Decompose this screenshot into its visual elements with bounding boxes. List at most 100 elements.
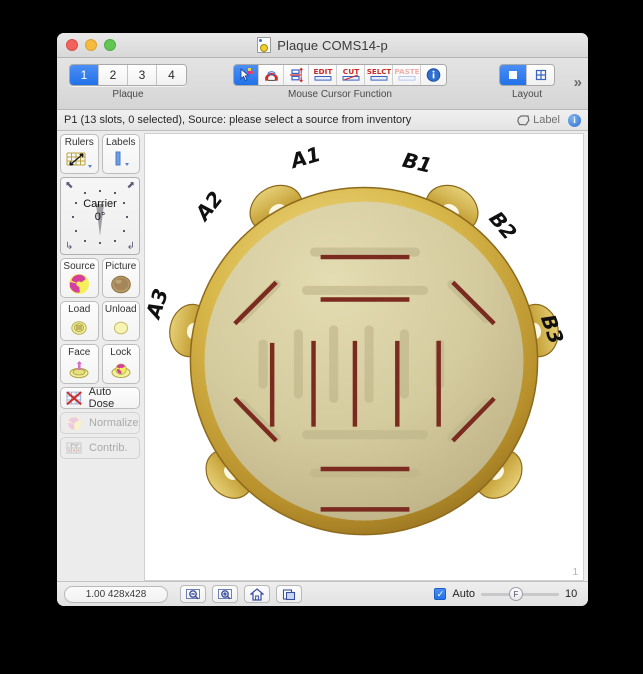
unload-button[interactable]: Unload xyxy=(101,301,140,341)
label-toggle-text: Label xyxy=(533,114,560,126)
carrier-tick xyxy=(126,216,128,218)
picture-button[interactable]: Picture xyxy=(101,258,140,298)
load-plaque-icon xyxy=(68,316,90,337)
zoom-out-button[interactable] xyxy=(180,585,206,603)
sidebar-row-source-picture: Source Picture xyxy=(60,258,140,298)
plaque-tab-3[interactable]: 3 xyxy=(128,65,157,85)
face-button[interactable]: Face xyxy=(60,344,99,384)
lock-plaque-icon xyxy=(109,359,133,380)
radioactive-icon xyxy=(68,273,90,294)
home-icon xyxy=(250,587,264,601)
edit-icon[interactable]: EDIT xyxy=(309,65,337,85)
paste-icon[interactable]: PASTE xyxy=(393,65,421,85)
nub-label-a3: A3 xyxy=(145,286,173,324)
svg-text:PASTE: PASTE xyxy=(395,67,419,76)
normalize-button[interactable]: Normalize xyxy=(60,412,140,434)
zoom-button[interactable] xyxy=(104,39,116,51)
auto-checkbox[interactable]: ✓ xyxy=(434,588,447,600)
canvas-area: A1 B1 A2 B2 A3 B3 1 xyxy=(143,131,588,581)
status-info-icon[interactable]: i xyxy=(568,113,581,127)
lock-button[interactable]: Lock xyxy=(101,344,140,384)
duplicate-view-button[interactable] xyxy=(276,585,302,603)
carrier-corner-se-icon[interactable]: ↲ xyxy=(127,242,135,252)
canvas-page-number: 1 xyxy=(572,567,578,578)
nub-label-b2: B2 xyxy=(484,207,521,245)
plaque-tab-1[interactable]: 1 xyxy=(70,65,99,85)
labels-button[interactable]: Labels xyxy=(101,134,140,174)
pointer-select-icon[interactable] xyxy=(234,65,259,85)
title-bar: Plaque COMS14-p xyxy=(57,33,588,58)
toolbar: 1 2 3 4 Plaque EDIT CUT SELCT PASTE Mous… xyxy=(57,58,588,110)
load-button[interactable]: Load xyxy=(60,301,99,341)
label-toggle[interactable]: Label xyxy=(517,114,560,126)
zoom-value-field[interactable]: 1.00 428x428 xyxy=(64,585,168,603)
magnet-rotate-icon[interactable] xyxy=(259,65,284,85)
lock-label: Lock xyxy=(110,347,132,358)
carrier-tick xyxy=(99,242,101,244)
layout-segmented-control[interactable] xyxy=(499,64,555,86)
window-title: Plaque COMS14-p xyxy=(277,37,388,53)
carrier-tick xyxy=(123,230,125,232)
cut-icon[interactable]: CUT xyxy=(337,65,365,85)
f-slider-knob[interactable]: F xyxy=(509,587,523,601)
status-message: P1 (13 slots, 0 selected), Source: pleas… xyxy=(64,114,412,126)
fit-home-button[interactable] xyxy=(244,585,270,603)
labels-bar-icon xyxy=(106,149,136,170)
source-label: Source xyxy=(63,261,96,272)
carrier-corner-ne-icon[interactable]: ⬈ xyxy=(127,181,135,191)
rulers-button[interactable]: Rulers xyxy=(60,134,99,174)
carrier-tick xyxy=(114,240,116,242)
window-body: Rulers Labels Carrier 0° ⬉ ⬈ ↳ ↲ Source … xyxy=(57,131,588,581)
auto-dose-icon xyxy=(66,390,82,405)
toolbar-overflow-button[interactable]: » xyxy=(574,74,582,91)
sidebar-row-load-unload: Load Unload xyxy=(60,301,140,341)
close-button[interactable] xyxy=(66,39,78,51)
plaque-tab-2[interactable]: 2 xyxy=(99,65,128,85)
carrier-tick xyxy=(123,202,125,204)
contrib-button[interactable]: Contrib. xyxy=(60,437,140,459)
plaque-tab-4[interactable]: 4 xyxy=(157,65,186,85)
carrier-corner-sw-icon[interactable]: ↳ xyxy=(65,242,73,252)
load-label: Load xyxy=(68,304,91,315)
single-pane-icon[interactable] xyxy=(500,65,527,85)
mouse-function-icon-strip[interactable]: EDIT CUT SELCT PASTE xyxy=(233,64,447,86)
plaque-canvas[interactable]: A1 B1 A2 B2 A3 B3 1 xyxy=(144,133,584,581)
toolbar-group-label-mouse-cursor-function: Mouse Cursor Function xyxy=(288,89,392,100)
toolbar-group-layout: Layout xyxy=(499,64,555,100)
labels-label: Labels xyxy=(106,137,136,148)
label-outline-icon xyxy=(517,114,530,125)
status-bar: P1 (13 slots, 0 selected), Source: pleas… xyxy=(57,110,588,131)
minimize-button[interactable] xyxy=(85,39,97,51)
auto-dose-button[interactable]: Auto Dose xyxy=(60,386,140,410)
face-label: Face xyxy=(68,347,91,358)
f-slider[interactable]: F xyxy=(481,587,559,601)
normalize-icon xyxy=(67,416,81,430)
carrier-title: Carrier xyxy=(83,198,117,210)
carrier-tick xyxy=(75,202,77,204)
carrier-tick xyxy=(72,216,74,218)
source-button[interactable]: Source xyxy=(60,258,99,298)
carrier-tick xyxy=(99,190,101,192)
nub-label-a1: A1 xyxy=(286,142,323,174)
auto-dose-label: Auto Dose xyxy=(88,386,115,410)
carrier-dial[interactable]: Carrier 0° ⬉ ⬈ ↳ ↲ xyxy=(60,177,140,255)
align-distribute-icon[interactable] xyxy=(284,65,309,85)
nub-label-b1: B1 xyxy=(400,148,434,178)
select-icon[interactable]: SELCT xyxy=(365,65,393,85)
svg-text:SELCT: SELCT xyxy=(367,67,391,76)
info-icon[interactable] xyxy=(421,65,446,85)
carrier-corner-nw-icon[interactable]: ⬉ xyxy=(65,181,73,191)
zoom-in-icon xyxy=(218,589,232,600)
plaque-document-icon xyxy=(257,37,272,53)
plaque-segmented-control[interactable]: 1 2 3 4 xyxy=(69,64,187,86)
grid-pane-icon[interactable] xyxy=(527,65,554,85)
zoom-in-button[interactable] xyxy=(212,585,238,603)
app-window: Plaque COMS14-p 1 2 3 4 Plaque EDIT CUT … xyxy=(57,33,588,606)
carrier-tick xyxy=(84,240,86,242)
duplicate-view-icon xyxy=(282,588,296,600)
f-slider-value: 10 xyxy=(565,588,578,600)
toolbar-group-label-layout: Layout xyxy=(511,89,543,100)
nub-label-a2: A2 xyxy=(189,187,227,227)
face-plaque-icon xyxy=(67,359,91,380)
plaque-graphic[interactable]: A1 B1 A2 B2 A3 B3 xyxy=(145,134,583,580)
